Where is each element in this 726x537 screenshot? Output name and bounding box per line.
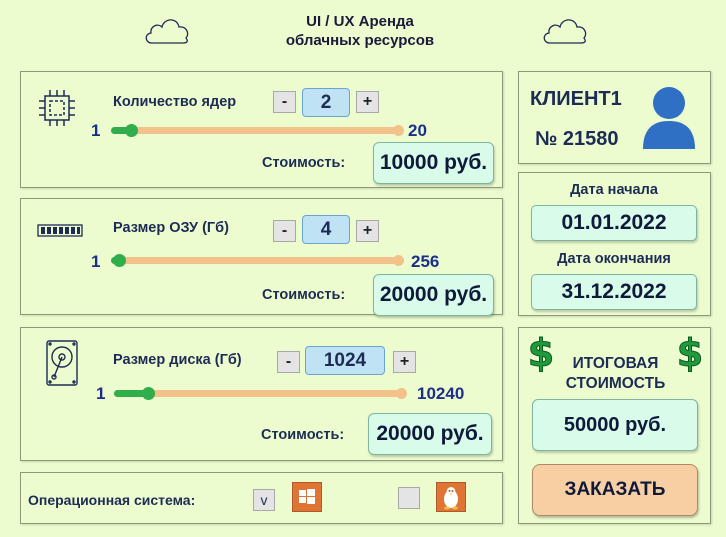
ram-cost-label: Стоимость: [262, 287, 346, 303]
order-button[interactable]: ЗАКАЗАТЬ [532, 464, 698, 516]
start-date-label: Дата начала [570, 182, 658, 198]
page-title-line2: облачных ресурсов [285, 32, 435, 49]
end-date-field[interactable]: 31.12.2022 [531, 274, 697, 310]
hard-disk-icon [46, 340, 78, 386]
os-label: Операционная система: [28, 492, 196, 508]
disk-size-label: Размер диска (Гб) [113, 352, 242, 368]
slider-knob[interactable] [125, 124, 138, 137]
cpu-max-value: 20 [408, 121, 427, 140]
user-avatar-icon [643, 87, 695, 149]
total-panel: $ $ ИТОГОВАЯ СТОИМОСТЬ 50000 руб. ЗАКАЗА… [518, 327, 711, 524]
end-date-label: Дата окончания [557, 251, 671, 267]
slider-end-knob [396, 388, 407, 399]
ram-cost-value: 20000 руб. [373, 274, 494, 316]
cpu-decrement-button[interactable]: - [273, 91, 296, 113]
slider-knob[interactable] [113, 254, 126, 267]
page-title: UI / UX Аренда облачных ресурсов [250, 12, 470, 50]
slider-track [111, 257, 401, 264]
cpu-cost-value: 10000 руб. [373, 142, 494, 184]
disk-decrement-button[interactable]: - [277, 351, 300, 373]
client-number: № 21580 [535, 128, 619, 150]
cpu-panel: Количество ядер - 2 + 1 20 Стоимость: 10… [20, 71, 503, 188]
disk-increment-button[interactable]: + [393, 351, 416, 373]
slider-track [114, 390, 404, 397]
client-name: КЛИЕНТ1 [530, 88, 622, 110]
slider-track [111, 127, 401, 134]
windows-checkbox[interactable]: v [253, 489, 275, 511]
ram-module-icon [37, 224, 83, 237]
cpu-chip-icon [39, 90, 75, 126]
ram-min-value: 1 [91, 252, 101, 271]
slider-end-knob [393, 255, 404, 266]
start-date-field[interactable]: 01.01.2022 [531, 205, 697, 241]
slider-knob[interactable] [142, 387, 155, 400]
disk-cost-value: 20000 руб. [368, 413, 492, 455]
cpu-cost-label: Стоимость: [262, 155, 346, 171]
disk-min-value: 1 [96, 384, 106, 403]
ram-size-label: Размер ОЗУ (Гб) [113, 220, 229, 236]
disk-panel: Размер диска (Гб) - 1024 + 1 10240 Стоим… [20, 327, 503, 461]
total-cost-label-line2: СТОИМОСТЬ [565, 375, 666, 392]
ram-max-value: 256 [411, 252, 440, 271]
ram-increment-button[interactable]: + [356, 220, 379, 242]
disk-size-slider[interactable] [114, 385, 407, 403]
dates-panel: Дата начала 01.01.2022 Дата окончания 31… [518, 172, 711, 316]
windows-logo-icon[interactable] [292, 482, 322, 512]
total-cost-label-line1: ИТОГОВАЯ [572, 355, 659, 372]
linux-penguin-icon[interactable] [436, 482, 466, 512]
ram-decrement-button[interactable]: - [273, 220, 296, 242]
cpu-min-value: 1 [91, 121, 101, 140]
cloud-icon [145, 19, 189, 44]
cpu-increment-button[interactable]: + [356, 91, 379, 113]
page-title-line1: UI / UX Аренда [306, 13, 414, 30]
ram-panel: Размер ОЗУ (Гб) - 4 + 1 256 Стоимость: 2… [20, 198, 503, 316]
total-cost-value: 50000 руб. [532, 399, 698, 451]
disk-max-value: 10240 [417, 384, 465, 403]
ram-size-value[interactable]: 4 [302, 215, 350, 244]
client-panel: КЛИЕНТ1 № 21580 [518, 71, 711, 164]
slider-end-knob [393, 125, 404, 136]
cpu-cores-slider[interactable] [111, 122, 404, 140]
disk-size-value[interactable]: 1024 [305, 346, 385, 375]
cpu-cores-label: Количество ядер [113, 94, 237, 110]
cloud-icon [543, 19, 587, 44]
os-panel: Операционная система: v [20, 472, 503, 524]
cpu-cores-value[interactable]: 2 [302, 88, 350, 117]
linux-checkbox[interactable] [398, 487, 420, 509]
ram-size-slider[interactable] [111, 252, 404, 270]
disk-cost-label: Стоимость: [261, 427, 345, 443]
total-cost-label: ИТОГОВАЯ СТОИМОСТЬ [519, 354, 712, 394]
